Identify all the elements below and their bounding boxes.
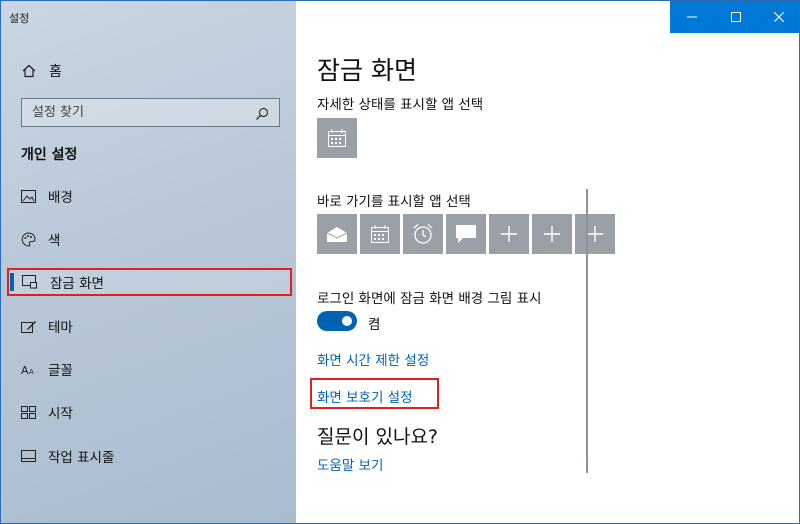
taskbar-icon <box>20 448 36 464</box>
help-link[interactable]: 도움말 보기 <box>317 454 383 474</box>
svg-text:A: A <box>29 368 34 376</box>
maximize-icon <box>730 12 741 22</box>
sidebar-item-fonts[interactable]: AA 글꼴 <box>7 355 292 383</box>
sidebar-item-label: 글꼴 <box>48 363 73 379</box>
maximize-button[interactable] <box>714 1 758 33</box>
plus-icon <box>587 226 603 242</box>
mail-tile[interactable] <box>317 214 357 254</box>
close-button[interactable] <box>757 1 799 33</box>
home-icon <box>21 63 37 79</box>
message-icon <box>456 225 476 243</box>
picture-icon <box>20 188 36 204</box>
add-app-tile[interactable] <box>532 214 572 254</box>
quick-status-tiles <box>317 214 619 254</box>
start-icon <box>20 404 36 420</box>
minimize-button[interactable] <box>670 1 714 33</box>
detailed-status-tiles <box>317 118 357 158</box>
svg-text:A: A <box>21 364 29 376</box>
alarm-icon <box>413 224 433 244</box>
nav-home[interactable]: 홈 <box>21 59 62 83</box>
sidebar-item-theme[interactable]: 테마 <box>7 312 292 340</box>
main-content: 잠금 화면 자세한 상태를 표시할 앱 선택 바로 가기를 표시할 앱 선택 로… <box>296 1 799 523</box>
sidebar-item-label: 시작 <box>48 406 73 422</box>
screen-timeout-link[interactable]: 화면 시간 제한 설정 <box>317 349 429 369</box>
calendar-tile[interactable] <box>317 118 357 158</box>
lock-screen-icon <box>22 274 38 290</box>
minimize-icon <box>686 16 697 18</box>
screensaver-link[interactable]: 화면 보호기 설정 <box>317 386 413 406</box>
sidebar-item-background[interactable]: 배경 <box>7 182 292 210</box>
close-icon <box>774 12 785 22</box>
window-controls <box>670 1 799 33</box>
search-box[interactable] <box>21 98 280 127</box>
mail-icon <box>326 227 348 242</box>
quick-status-label: 바로 가기를 표시할 앱 선택 <box>317 194 471 210</box>
toggle-state-label: 켬 <box>368 317 381 333</box>
sidebar-item-taskbar[interactable]: 작업 표시줄 <box>7 442 292 470</box>
plus-icon <box>544 226 560 242</box>
sidebar: 설정 홈 개인 설정 배경 색 <box>1 1 296 523</box>
detailed-status-label: 자세한 상태를 표시할 앱 선택 <box>317 97 484 113</box>
sidebar-item-label: 테마 <box>48 320 73 336</box>
section-title: 개인 설정 <box>21 147 78 163</box>
plus-icon <box>501 226 517 242</box>
signin-background-label: 로그인 화면에 잠금 화면 배경 그림 표시 <box>317 291 542 307</box>
message-tile[interactable] <box>446 214 486 254</box>
calendar-tile[interactable] <box>360 214 400 254</box>
scrollbar[interactable] <box>586 189 588 473</box>
nav-home-label: 홈 <box>49 64 62 80</box>
sidebar-item-label: 배경 <box>48 190 73 206</box>
search-input[interactable] <box>32 105 255 120</box>
theme-icon <box>20 318 36 334</box>
sidebar-item-color[interactable]: 색 <box>7 225 292 253</box>
calendar-icon <box>371 225 389 243</box>
settings-window: 설정 홈 개인 설정 배경 색 <box>0 0 800 524</box>
calendar-icon <box>328 129 346 147</box>
sidebar-item-start[interactable]: 시작 <box>7 398 292 426</box>
font-icon: AA <box>20 361 36 377</box>
alarm-tile[interactable] <box>403 214 443 254</box>
help-title: 질문이 있나요? <box>317 426 439 448</box>
sidebar-item-lock-screen[interactable]: 잠금 화면 <box>7 268 292 296</box>
add-app-tile[interactable] <box>575 214 615 254</box>
search-icon[interactable] <box>255 106 269 120</box>
palette-icon <box>20 231 36 247</box>
sidebar-item-label: 잠금 화면 <box>50 276 104 292</box>
page-title: 잠금 화면 <box>317 56 417 85</box>
add-app-tile[interactable] <box>489 214 529 254</box>
signin-background-toggle[interactable] <box>317 311 357 331</box>
sidebar-item-label: 색 <box>48 233 61 249</box>
sidebar-item-label: 작업 표시줄 <box>48 450 115 466</box>
app-title: 설정 <box>9 12 30 25</box>
